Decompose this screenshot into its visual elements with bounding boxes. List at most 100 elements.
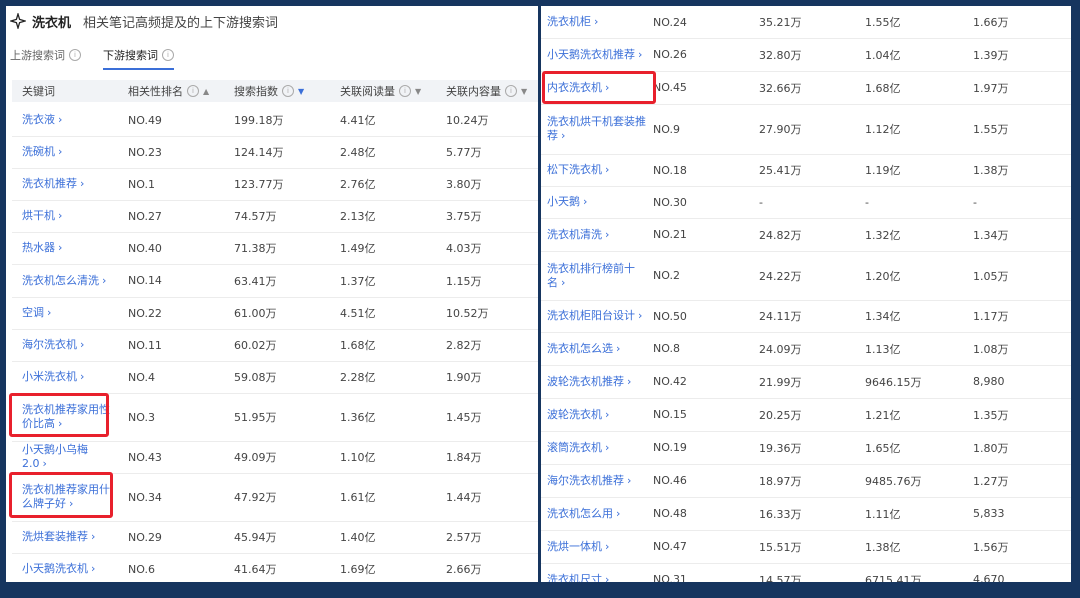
cell-keyword: 洗衣机推荐家用性价比高 › [22,393,112,441]
keyword-text: 松下洗衣机 [547,163,602,176]
table-row: 洗衣机柜 › NO.24 35.21万 1.55亿 1.66万 [541,6,1071,39]
cell-search: 63.41万 [234,274,277,288]
keyword-link[interactable]: 洗衣机怎么选 › [547,342,620,356]
cell-rank: NO.19 [653,441,687,454]
chevron-right-icon: › [638,47,643,61]
sort-asc-icon[interactable]: ▲ [203,87,209,96]
col-content[interactable]: 关联内容量 i ▼ [446,80,527,102]
chevron-right-icon: › [47,306,52,319]
chevron-right-icon: › [58,145,63,158]
cell-rank: NO.2 [653,269,680,282]
chevron-right-icon: › [561,129,566,142]
table-row: 小天鹅洗衣机 › NO.6 41.64万 1.69亿 2.66万 [12,553,538,582]
keyword-link[interactable]: 洗衣机推荐家用什么牌子好 › [22,483,112,511]
keyword-link[interactable]: 洗衣机怎么清洗 › [22,274,106,288]
col-reads[interactable]: 关联阅读量 i ▼ [340,80,421,102]
page-subtitle: 相关笔记高频提及的上下游搜索词 [83,15,279,31]
keyword-link[interactable]: 滚筒洗衣机 › [547,441,609,455]
table-row: 内衣洗衣机 › NO.45 32.66万 1.68亿 1.97万 [541,71,1071,105]
keyword-text: 小天鹅洗衣机 [22,562,88,575]
cell-search: 59.08万 [234,371,277,384]
cell-content: 1.80万 [973,441,1009,455]
cell-keyword: 洗衣机怎么用 › [547,497,647,530]
cell-search: 14.57万 [759,573,802,583]
cell-reads: 2.48亿 [340,146,376,159]
cell-content: 1.90万 [446,371,482,384]
cell-rank: NO.31 [653,573,687,582]
keyword-link[interactable]: 烘干机 › [22,209,62,223]
keyword-link[interactable]: 洗衣机烘干机套装推荐 › [547,115,647,143]
keyword-link[interactable]: 热水器 › [22,241,62,255]
cell-search: 199.18万 [234,114,284,127]
keyword-text: 洗衣机怎么选 [547,341,613,355]
keyword-link[interactable]: 松下洗衣机 › [547,163,609,177]
sort-desc-icon[interactable]: ▼ [521,87,527,96]
keyword-link[interactable]: 洗衣机柜 › [547,15,598,29]
cell-rank: NO.30 [653,195,687,209]
keyword-link[interactable]: 洗碗机 › [22,145,62,159]
cell-search: 32.80万 [759,48,802,62]
keyword-text: 洗衣机怎么用 [547,506,613,520]
keyword-link[interactable]: 小天鹅 › [547,195,587,209]
keyword-link[interactable]: 洗烘套装推荐 › [22,530,95,544]
cell-reads: 1.34亿 [865,310,901,323]
cell-content: 10.52万 [446,307,489,320]
cell-content: 2.82万 [446,339,482,352]
cell-search: 71.38万 [234,242,277,255]
keyword-link[interactable]: 小米洗衣机 › [22,370,84,384]
keyword-text: 海尔洗衣机推荐 [547,473,624,487]
keyword-text: 洗衣机推荐家用性价比高 [22,403,110,430]
keyword-link[interactable]: 洗衣机尺寸 › [547,573,609,583]
keyword-link[interactable]: 波轮洗衣机 › [547,408,609,422]
tab-upstream[interactable]: 上游搜索词 i [10,44,81,66]
cell-rank: NO.43 [128,450,162,464]
keyword-link[interactable]: 内衣洗衣机 › [547,81,609,95]
keyword-link[interactable]: 波轮洗衣机推荐 › [547,375,631,389]
chevron-right-icon: › [58,209,63,222]
cell-search: 49.09万 [234,451,277,464]
keyword-link[interactable]: 洗衣机清洗 › [547,228,609,242]
keyword-link[interactable]: 洗烘一体机 › [547,540,609,554]
chevron-right-icon: › [616,341,621,355]
keyword-link[interactable]: 洗衣机推荐 › [22,177,84,191]
cell-rank: NO.23 [128,145,162,159]
keyword-link[interactable]: 洗衣机推荐家用性价比高 › [22,403,112,431]
cell-reads: 1.13亿 [865,342,901,356]
cell-search: 32.66万 [759,81,802,95]
keyword-link[interactable]: 洗衣液 › [22,113,62,127]
cell-keyword: 小天鹅 › [547,186,647,218]
cell-content: 1.45万 [446,411,482,424]
cell-reads: 1.36亿 [340,411,376,424]
keyword-text: 洗衣液 [22,113,55,126]
chevron-right-icon: › [58,241,63,254]
cell-rank: NO.48 [653,507,687,520]
keyword-link[interactable]: 洗衣机排行榜前十名 › [547,262,647,290]
col-content-label: 关联内容量 [446,85,501,98]
cell-reads: 1.21亿 [865,408,901,422]
cell-reads: 1.12亿 [865,123,901,136]
sort-desc-icon[interactable]: ▼ [415,87,421,96]
keyword-link[interactable]: 小天鹅小乌梅2.0 › [22,443,112,471]
keyword-link[interactable]: 洗衣机柜阳台设计 › [547,309,642,323]
col-search[interactable]: 搜索指数 i ▼ [234,80,304,102]
cell-search: 18.97万 [759,474,802,488]
keyword-link[interactable]: 小天鹅洗衣机推荐 › [547,48,642,62]
keyword-text: 洗衣机尺寸 [547,572,602,583]
keyword-link[interactable]: 海尔洗衣机 › [22,338,84,352]
chevron-right-icon: › [627,473,632,487]
tab-downstream[interactable]: 下游搜索词 i [103,44,174,70]
keyword-link[interactable]: 空调 › [22,306,51,320]
cell-rank: NO.49 [128,113,162,127]
keyword-link[interactable]: 洗衣机怎么用 › [547,507,620,521]
cell-search: 16.33万 [759,507,802,521]
info-icon: i [187,85,199,97]
col-rank[interactable]: 相关性排名 i ▲ [128,80,209,102]
cell-rank: NO.29 [128,530,162,544]
keyword-link[interactable]: 小天鹅洗衣机 › [22,562,95,576]
cell-rank: NO.40 [128,241,162,255]
cell-rank: NO.34 [128,490,162,504]
cell-search: 15.51万 [759,540,802,554]
keyword-link[interactable]: 海尔洗衣机推荐 › [547,474,631,488]
sort-desc-icon[interactable]: ▼ [298,87,304,96]
cell-reads: 1.32亿 [865,228,901,242]
